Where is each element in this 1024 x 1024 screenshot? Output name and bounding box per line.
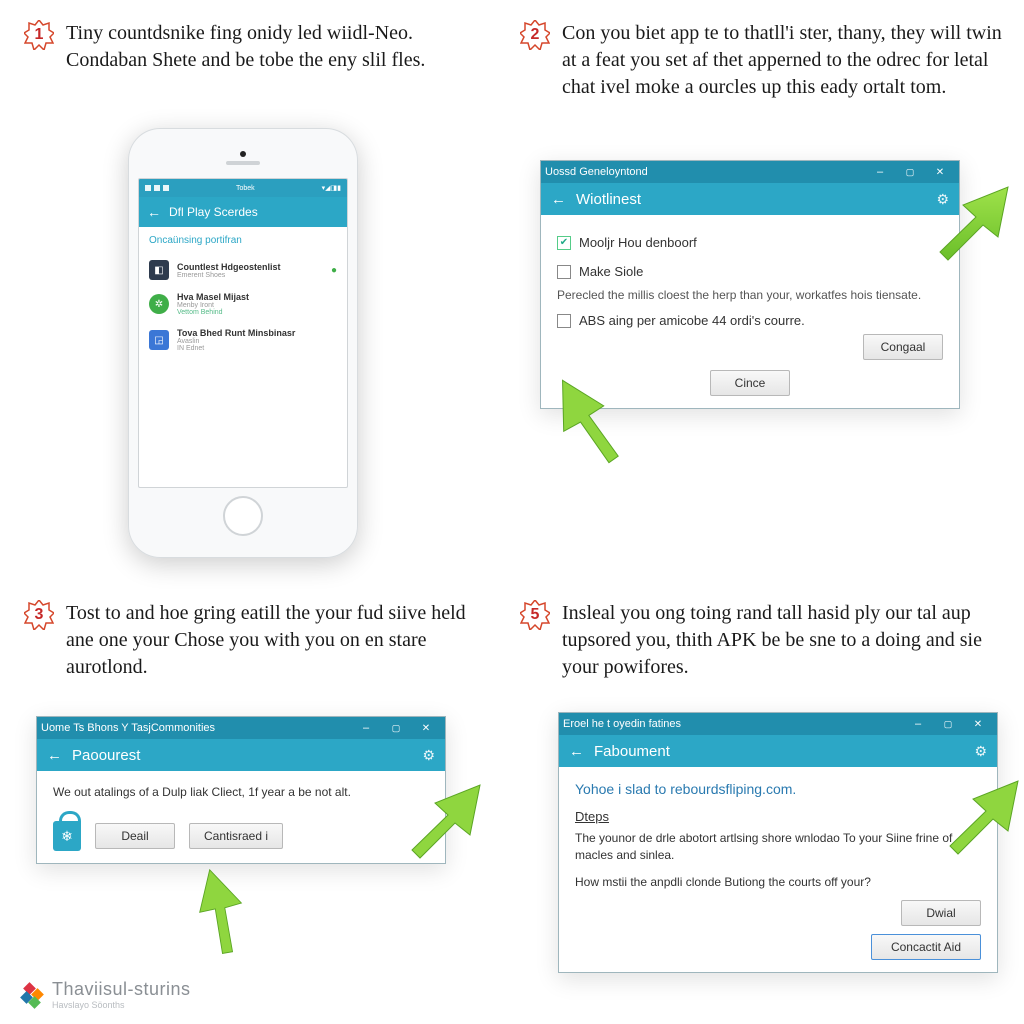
gear-icon[interactable]: ⚙ xyxy=(974,743,987,760)
cince-button[interactable]: Cince xyxy=(710,370,790,396)
close-button[interactable] xyxy=(411,717,441,739)
window-titlebar[interactable]: Uossd Geneloyntond xyxy=(541,161,959,183)
cantisraed-button[interactable]: Cantisraed i xyxy=(189,823,283,849)
window-heading: Faboument xyxy=(594,743,670,760)
back-icon[interactable]: ← xyxy=(551,191,566,208)
phone-mockup: Tobek ▾◢◨▮ ← Dfl Play Scerdes Oncaünsing… xyxy=(128,128,358,558)
window-titlebar[interactable]: Uome Ts Bhons Y TasjCommonities xyxy=(37,717,445,739)
watermark-title: Thaviisul-sturins xyxy=(52,979,191,1000)
phone-list: ◧ Countlest HdgeostenlistEmerent Shoes ●… xyxy=(139,254,347,358)
window-heading: Wiotlinest xyxy=(576,191,641,208)
phone-section-label: Oncaünsing portifran xyxy=(139,227,347,254)
back-icon[interactable]: ← xyxy=(147,204,161,220)
checkbox-label: Mooljr Hou denboorf xyxy=(579,235,697,250)
step-badge-1: 1 xyxy=(24,20,54,50)
step-1-text: Tiny countdsnike fing onidy led wiidl-Ne… xyxy=(66,20,486,74)
dialog-paragraph: The younor de drle abotort artlsing shor… xyxy=(575,830,981,864)
list-item[interactable]: ◲ Tova Bhed Runt MinsbinasrAvaslinIN Edn… xyxy=(145,322,341,358)
minimize-button[interactable] xyxy=(865,161,895,183)
deail-button[interactable]: Deail xyxy=(95,823,175,849)
window-subbar: ← Wiotlinest ⚙ xyxy=(541,183,959,215)
app-icon: ◧ xyxy=(149,260,169,280)
maximize-button[interactable] xyxy=(381,717,411,739)
dialog-body-text: We out atalings of a Dulp liak Cliect, 1… xyxy=(53,785,429,799)
step-5-text: Insleal you ong toing rand tall hasid pl… xyxy=(562,600,1002,681)
list-item[interactable]: ✲ Hva Masel MijastMenby IrontVettom Behi… xyxy=(145,286,341,322)
app-icon: ◲ xyxy=(149,330,169,350)
dialog-paragraph: How mstii the anpdli clonde Butiong the … xyxy=(575,874,981,891)
step-1: 1 Tiny countdsnike fing onidy led wiidl-… xyxy=(24,20,486,74)
phone-statusbar: Tobek ▾◢◨▮ xyxy=(139,179,347,197)
step-3-text: Tost to and hoe gring eatill the your fu… xyxy=(66,600,486,681)
window-titlebar[interactable]: Eroel he t oyedin fatines xyxy=(559,713,997,735)
dialog-description: Perecled the millis cloest the herp than… xyxy=(557,287,943,303)
step-badge-3: 3 xyxy=(24,600,54,630)
close-button[interactable] xyxy=(925,161,955,183)
window-heading: Paoourest xyxy=(72,747,140,764)
check-icon: ● xyxy=(331,265,337,276)
list-item[interactable]: ◧ Countlest HdgeostenlistEmerent Shoes ● xyxy=(145,254,341,286)
watermark-logo-icon xyxy=(22,984,44,1006)
window-title: Uossd Geneloyntond xyxy=(545,166,648,178)
back-icon[interactable]: ← xyxy=(47,747,62,764)
phone-screen: Tobek ▾◢◨▮ ← Dfl Play Scerdes Oncaünsing… xyxy=(138,178,348,488)
dialog-headline-link[interactable]: Yohoe i slad to rebourdsfliping.com. xyxy=(575,781,981,797)
watermark-subtitle: Havslayo Söonths xyxy=(52,1000,191,1010)
window-title: Uome Ts Bhons Y TasjCommonities xyxy=(41,722,215,734)
concactit-button[interactable]: Concactit Aid xyxy=(871,934,981,960)
congaal-button[interactable]: Congaal xyxy=(863,334,943,360)
dwial-button[interactable]: Dwial xyxy=(901,900,981,926)
app-icon: ✲ xyxy=(149,294,169,314)
maximize-button[interactable] xyxy=(895,161,925,183)
checkbox-label: ABS aing per amicobe 44 ordi's courre. xyxy=(579,313,805,328)
checkbox-label: Make Siole xyxy=(579,264,643,279)
maximize-button[interactable] xyxy=(933,713,963,735)
phone-appbar-title: Dfl Play Scerdes xyxy=(169,205,258,219)
gear-icon[interactable]: ⚙ xyxy=(422,747,435,764)
step-badge-5: 5 xyxy=(520,600,550,630)
dialog-section-heading: Dteps xyxy=(575,809,981,824)
window-subbar: ← Paoourest ⚙ xyxy=(37,739,445,771)
checkbox-checked[interactable]: ✔ xyxy=(557,236,571,250)
checkbox[interactable] xyxy=(557,314,571,328)
step-3: 3 Tost to and hoe gring eatill the your … xyxy=(24,600,486,681)
arrow-icon xyxy=(170,860,270,960)
lock-icon xyxy=(53,821,81,851)
minimize-button[interactable] xyxy=(351,717,381,739)
dialog-wiotlinest: Uossd Geneloyntond ← Wiotlinest ⚙ ✔ Mooljr… xyxy=(540,160,960,409)
window-subbar: ← Faboument ⚙ xyxy=(559,735,997,767)
step-2-text: Con you biet app te to thatll'i ster, th… xyxy=(562,20,1002,101)
close-button[interactable] xyxy=(963,713,993,735)
step-2: 2 Con you biet app te to thatll'i ster, … xyxy=(520,20,1002,101)
step-badge-2: 2 xyxy=(520,20,550,50)
window-title: Eroel he t oyedin fatines xyxy=(563,718,681,730)
phone-appbar: ← Dfl Play Scerdes xyxy=(139,197,347,227)
gear-icon[interactable]: ⚙ xyxy=(936,191,949,208)
dialog-paoourest: Uome Ts Bhons Y TasjCommonities ← Paooure… xyxy=(36,716,446,864)
step-5: 5 Insleal you ong toing rand tall hasid … xyxy=(520,600,1002,681)
minimize-button[interactable] xyxy=(903,713,933,735)
checkbox[interactable] xyxy=(557,265,571,279)
watermark: Thaviisul-sturins Havslayo Söonths xyxy=(22,979,191,1010)
tutorial-page: 1 Tiny countdsnike fing onidy led wiidl-… xyxy=(0,0,1024,1024)
home-button[interactable] xyxy=(223,496,263,536)
dialog-faboument: Eroel he t oyedin fatines ← Faboument ⚙ Y… xyxy=(558,712,998,973)
back-icon[interactable]: ← xyxy=(569,743,584,760)
